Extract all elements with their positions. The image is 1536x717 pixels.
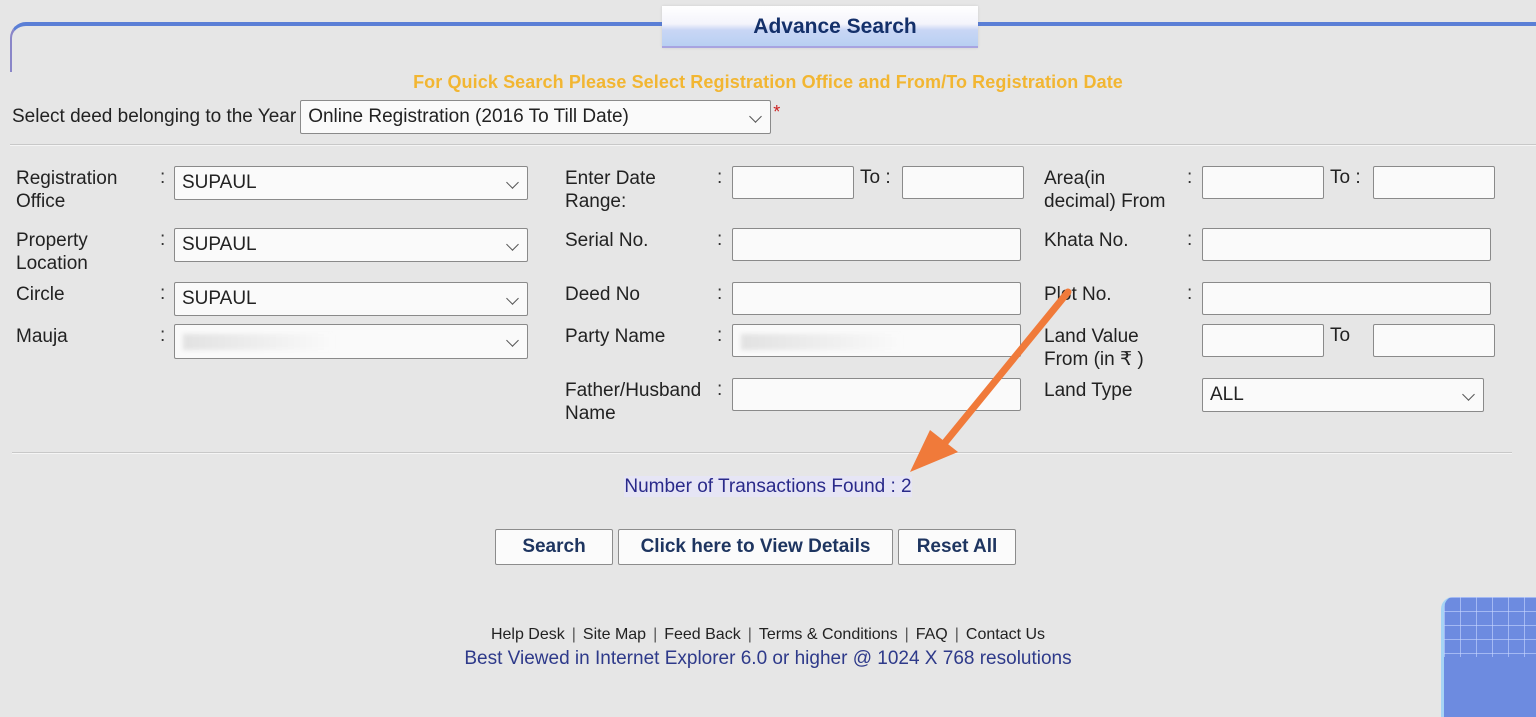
- chevron-down-icon: [506, 176, 519, 189]
- separator: |: [904, 626, 909, 643]
- date-range-label: Enter Date Range:: [565, 168, 656, 212]
- property-location-label: Property Location: [16, 230, 88, 274]
- chevron-down-icon: [749, 110, 763, 123]
- deed-no-label: Deed No: [565, 284, 640, 305]
- chevron-down-icon: [506, 292, 519, 305]
- colon: :: [160, 167, 166, 188]
- separator: |: [954, 626, 959, 643]
- separator: |: [747, 626, 752, 643]
- divider-bottom: [12, 452, 1512, 454]
- colon: :: [717, 167, 723, 188]
- circle-select[interactable]: SUPAUL: [174, 282, 528, 316]
- separator: |: [653, 626, 658, 643]
- colon: :: [717, 325, 723, 346]
- redacted-value: [741, 334, 901, 350]
- land-value-to-input[interactable]: [1373, 324, 1495, 357]
- redacted-value: [183, 334, 333, 350]
- annotation-arrow-head: [910, 430, 958, 472]
- corner-widget: [1441, 597, 1536, 717]
- serial-no-input[interactable]: [732, 228, 1021, 261]
- father-husband-name-label: Father/Husband Name: [565, 380, 702, 424]
- plot-no-input[interactable]: [1202, 282, 1491, 315]
- colon: :: [160, 229, 166, 250]
- khata-no-input[interactable]: [1202, 228, 1491, 261]
- transactions-found-text: Number of Transactions Found : 2: [624, 476, 912, 497]
- mauja-select[interactable]: [174, 324, 528, 359]
- mauja-label: Mauja: [16, 326, 68, 347]
- date-from-input[interactable]: [732, 166, 854, 199]
- footer-link-terms[interactable]: Terms & Conditions: [759, 626, 898, 643]
- colon: :: [717, 379, 723, 400]
- colon: :: [160, 283, 166, 304]
- reset-all-button[interactable]: Reset All: [898, 529, 1016, 565]
- footer-link-contact-us[interactable]: Contact Us: [966, 626, 1045, 643]
- corner-widget-grid: [1444, 597, 1536, 657]
- registration-office-label: Registration Office: [16, 168, 118, 212]
- separator: |: [571, 626, 576, 643]
- circle-value: SUPAUL: [182, 288, 257, 309]
- deed-no-input[interactable]: [732, 282, 1021, 315]
- property-location-select[interactable]: SUPAUL: [174, 228, 528, 262]
- colon: :: [717, 283, 723, 304]
- search-button[interactable]: Search: [495, 529, 613, 565]
- year-select-row: Select deed belonging to the Year Online…: [12, 100, 780, 134]
- land-value-label: Land Value From (in ₹ ): [1044, 326, 1144, 370]
- date-to-label: To :: [860, 167, 891, 188]
- land-type-label: Land Type: [1044, 380, 1133, 401]
- colon: :: [717, 229, 723, 250]
- chevron-down-icon: [506, 334, 519, 347]
- land-value-to-label: To: [1330, 325, 1351, 346]
- colon: :: [1187, 283, 1193, 304]
- divider-top: [10, 144, 1536, 146]
- footer-link-site-map[interactable]: Site Map: [583, 626, 646, 643]
- footer-link-help-desk[interactable]: Help Desk: [491, 626, 565, 643]
- circle-label: Circle: [16, 284, 65, 305]
- party-name-input[interactable]: [732, 324, 1021, 357]
- father-husband-name-input[interactable]: [732, 378, 1021, 411]
- land-type-value: ALL: [1210, 384, 1244, 405]
- party-name-label: Party Name: [565, 326, 666, 347]
- land-type-select[interactable]: ALL: [1202, 378, 1484, 412]
- khata-no-label: Khata No.: [1044, 230, 1129, 251]
- plot-no-label: Plot No.: [1044, 284, 1112, 305]
- year-select-label: Select deed belonging to the Year: [12, 106, 297, 127]
- browser-note: Best Viewed in Internet Explorer 6.0 or …: [464, 648, 1072, 669]
- view-details-button[interactable]: Click here to View Details: [618, 529, 893, 565]
- chevron-down-icon: [1462, 388, 1475, 401]
- chevron-down-icon: [506, 238, 519, 251]
- area-to-label: To :: [1330, 167, 1361, 188]
- footer-link-feed-back[interactable]: Feed Back: [664, 626, 740, 643]
- property-location-value: SUPAUL: [182, 234, 257, 255]
- colon: :: [160, 325, 166, 346]
- footer-links: Help Desk | Site Map | Feed Back | Terms & Con…: [0, 626, 1536, 644]
- footer-link-faq[interactable]: FAQ: [916, 626, 948, 643]
- serial-no-label: Serial No.: [565, 230, 649, 251]
- year-select-value: Online Registration (2016 To Till Date): [308, 106, 629, 127]
- colon: :: [1187, 167, 1193, 188]
- area-from-input[interactable]: [1202, 166, 1324, 199]
- colon: :: [1187, 229, 1193, 250]
- area-to-input[interactable]: [1373, 166, 1495, 199]
- required-mark: *: [773, 102, 781, 122]
- area-from-label: Area(in decimal) From: [1044, 168, 1166, 212]
- panel-title-tab: Advance Search: [662, 6, 978, 48]
- quick-search-hint: For Quick Search Please Select Registrat…: [413, 72, 1123, 92]
- date-to-input[interactable]: [902, 166, 1024, 199]
- year-select[interactable]: Online Registration (2016 To Till Date): [300, 100, 772, 134]
- transactions-found-count: Number of Transactions Found : 2: [0, 476, 1536, 498]
- page-title: Advance Search: [753, 15, 917, 38]
- registration-office-select[interactable]: SUPAUL: [174, 166, 528, 200]
- registration-office-value: SUPAUL: [182, 172, 257, 193]
- land-value-from-input[interactable]: [1202, 324, 1324, 357]
